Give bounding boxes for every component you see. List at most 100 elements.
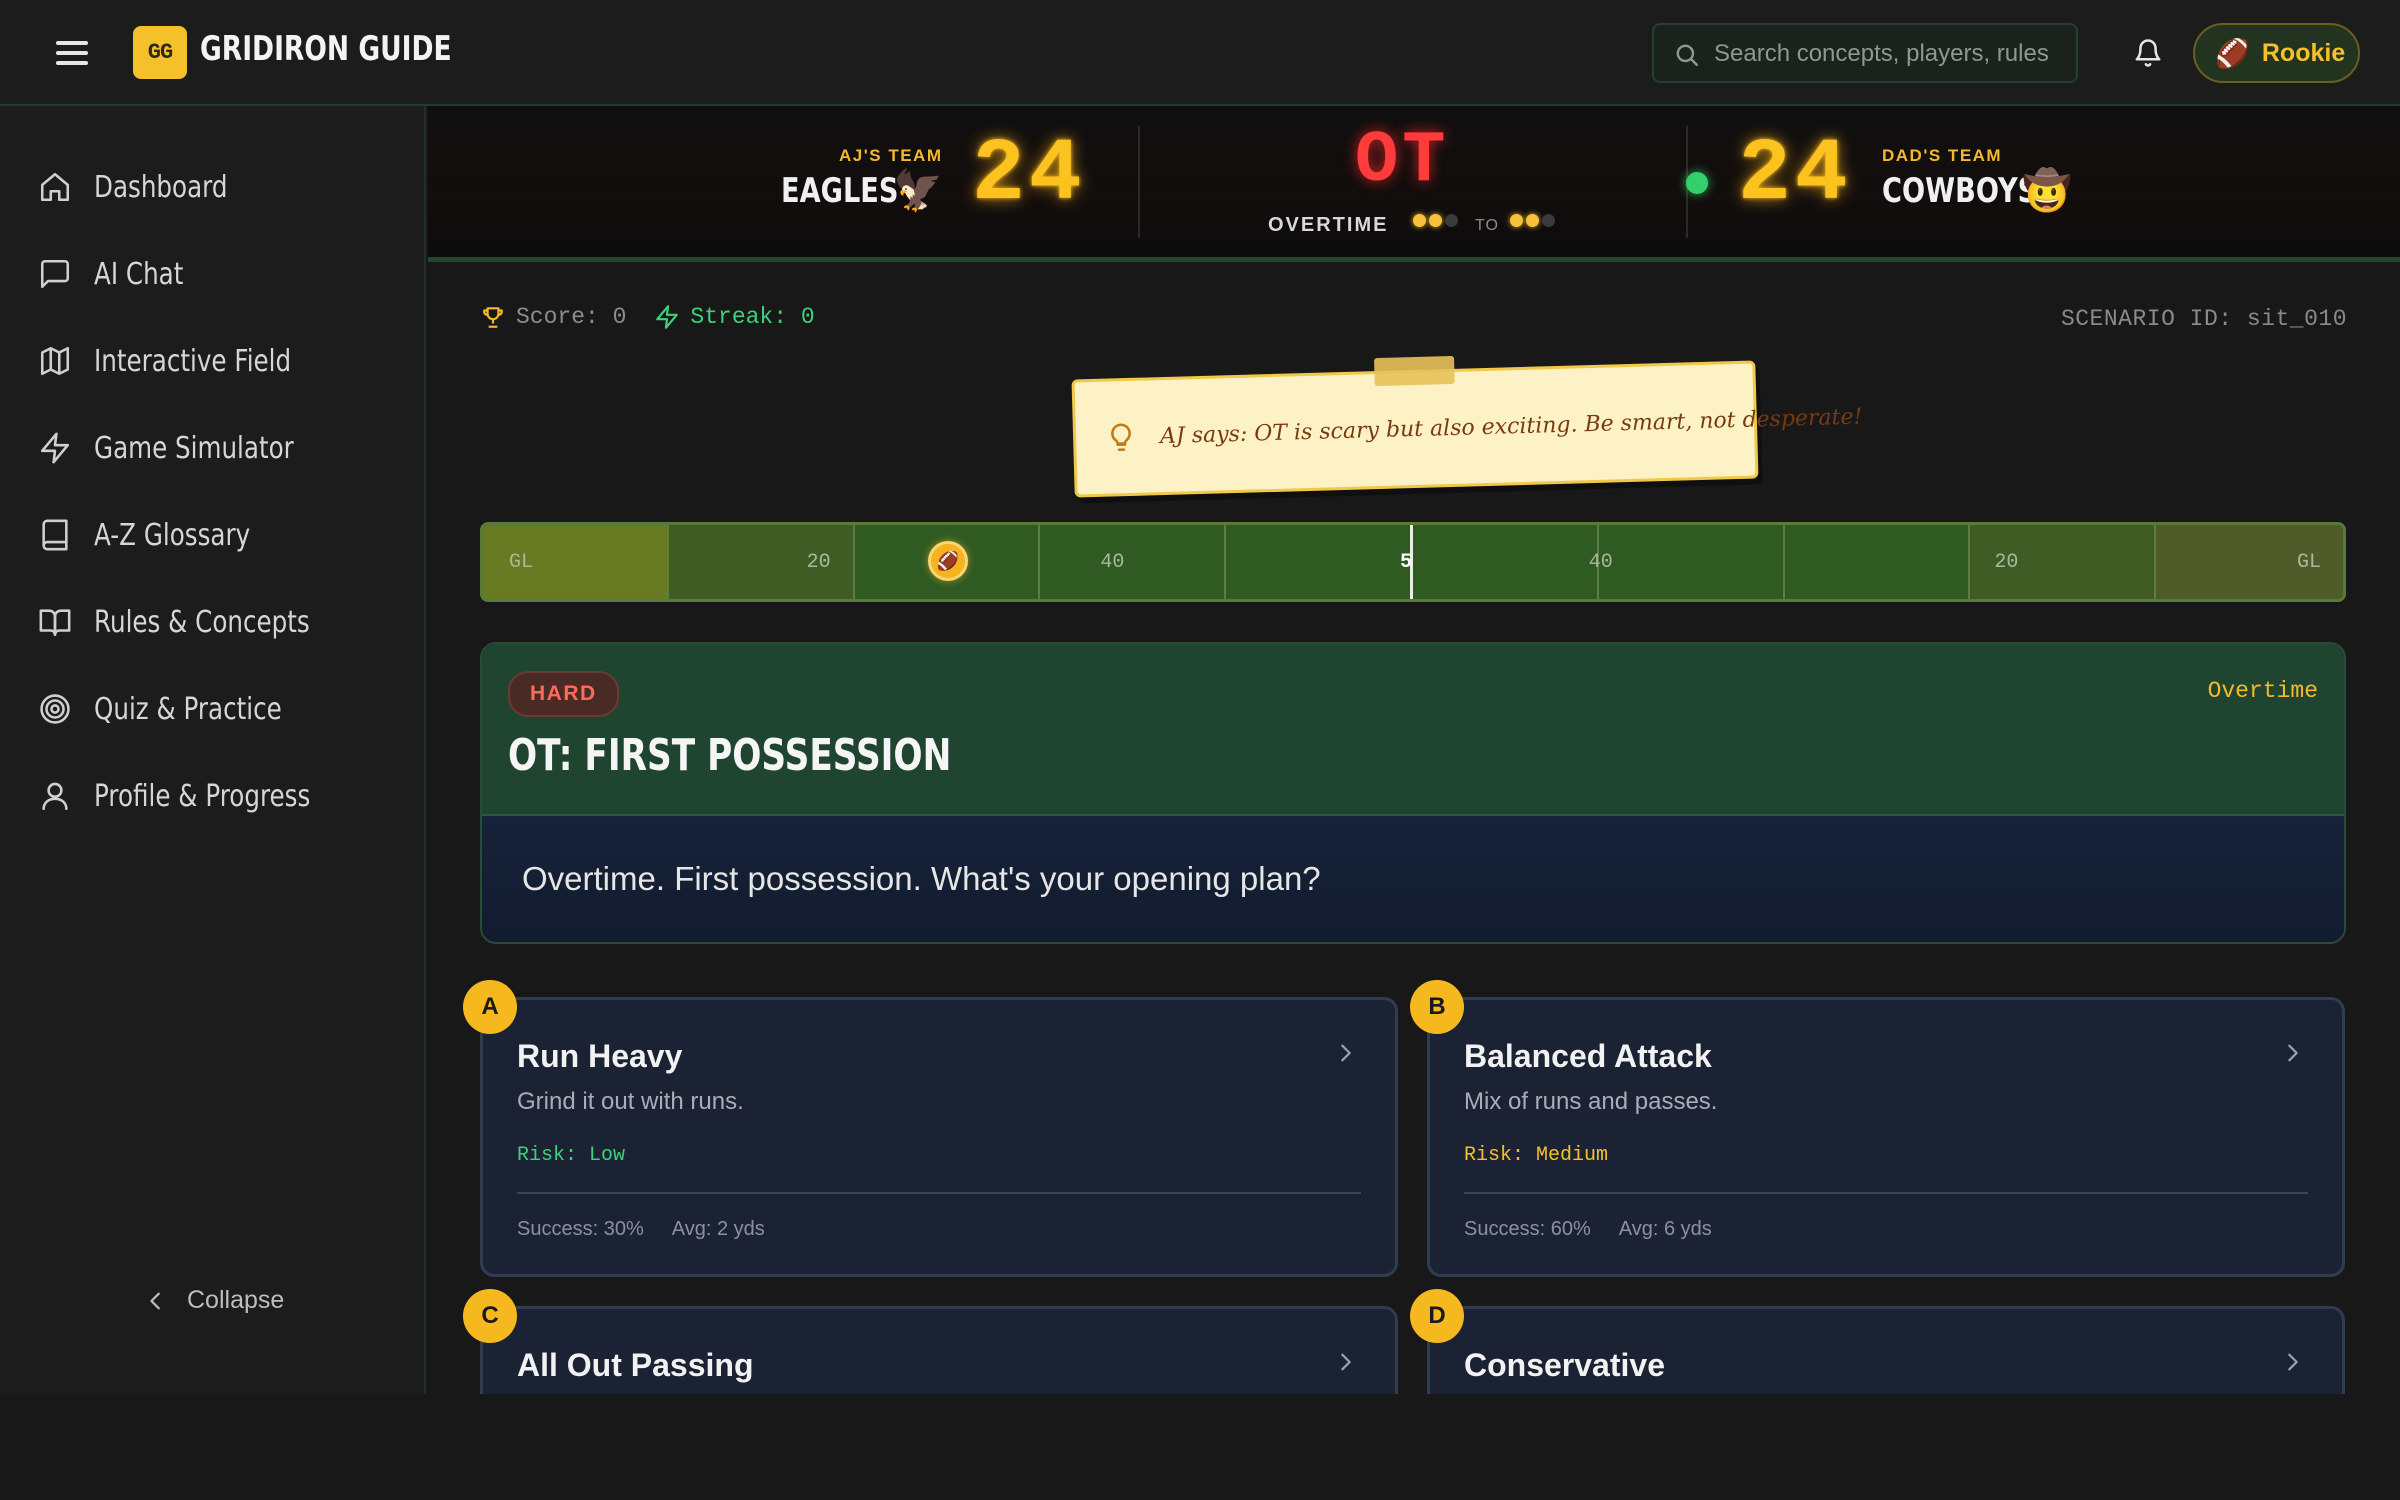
- option-description: Grind it out with runs.: [517, 1088, 744, 1115]
- user-level-badge[interactable]: 🏈 Rookie: [2193, 23, 2360, 83]
- option-card-b[interactable]: Balanced Attack Mix of runs and passes. …: [1427, 997, 2345, 1277]
- tape-decoration: [1374, 355, 1455, 387]
- user-icon: [42, 782, 68, 811]
- option-risk: Risk: Low: [517, 1144, 626, 1167]
- football-icon: 🏈: [2215, 37, 2250, 69]
- sidebar-item-label: Quiz & Practice: [94, 691, 282, 727]
- open-book-icon: [39, 609, 71, 637]
- sidebar-item-label: Rules & Concepts: [94, 604, 310, 640]
- menu-icon[interactable]: [56, 38, 88, 68]
- sidebar-item-label: Interactive Field: [94, 343, 292, 379]
- trophy-icon: [483, 307, 503, 328]
- bell-icon[interactable]: [2133, 38, 2163, 68]
- coach-note: AJ says: OT is scary but also exciting. …: [1071, 355, 1863, 498]
- chat-icon: [40, 259, 70, 289]
- sidebar-item-label: Dashboard: [94, 169, 228, 205]
- scenario-header: HARD OT: FIRST POSSESSION Overtime: [482, 644, 2344, 816]
- sidebar-item-label: Profile & Progress: [94, 778, 311, 814]
- sidebar-item-glossary[interactable]: A-Z Glossary: [38, 505, 284, 565]
- option-title: Balanced Attack: [1464, 1038, 1712, 1074]
- option-letter-b: B: [1410, 980, 1464, 1034]
- chevron-right-icon: [2288, 1044, 2298, 1062]
- yard-label: 20: [1994, 551, 2019, 574]
- collapse-button[interactable]: Collapse: [145, 1286, 284, 1315]
- yard-label: 20: [806, 551, 831, 574]
- sidebar-item-ai-chat[interactable]: AI Chat: [38, 244, 203, 304]
- collapse-label: Collapse: [187, 1286, 285, 1314]
- divider: [1464, 1192, 2308, 1194]
- option-letter-c: C: [463, 1289, 517, 1343]
- sidebar-item-label: Game Simulator: [94, 430, 294, 466]
- brand-name: GRIDIRON GUIDE: [200, 29, 452, 69]
- search-box[interactable]: [1652, 23, 2078, 83]
- chevron-left-icon: [150, 1292, 160, 1309]
- chevron-right-icon: [1341, 1044, 1351, 1062]
- viewport-bottom: [428, 1394, 2400, 1500]
- option-success: Success: 30%: [517, 1218, 644, 1240]
- option-avg: Avg: 2 yds: [671, 1218, 765, 1240]
- streak-counter: Streak: 0: [690, 304, 815, 330]
- sidebar-item-label: A-Z Glossary: [94, 517, 251, 553]
- home-score: 24: [972, 126, 1086, 225]
- ball-position-marker: 🏈: [928, 541, 968, 581]
- chevron-right-icon: [2288, 1353, 2298, 1371]
- divider: [517, 1192, 1361, 1194]
- search-input[interactable]: [1714, 35, 2070, 73]
- away-score: 24: [1738, 126, 1852, 225]
- eagle-icon: 🦅: [893, 169, 943, 213]
- period-label: OVERTIME: [1268, 214, 1389, 236]
- search-icon: [1676, 44, 1698, 66]
- chevron-right-icon: [1341, 1353, 1351, 1371]
- period-indicator: OT: [1355, 120, 1450, 202]
- option-stats: Success: 60% Avg: 6 yds: [1464, 1218, 1712, 1241]
- cowboy-icon: 🤠: [2022, 169, 2072, 213]
- yard-label: 40: [1588, 551, 1613, 574]
- home-timeouts: [1413, 214, 1458, 227]
- option-title: All Out Passing: [517, 1347, 754, 1383]
- field-segment: [1784, 525, 1971, 599]
- option-avg: Avg: 6 yds: [1618, 1218, 1712, 1240]
- viewport-bottom-left: [0, 1394, 428, 1500]
- timeout-dot: [1429, 214, 1442, 227]
- lightning-icon: [656, 305, 679, 329]
- sidebar-item-label: AI Chat: [94, 256, 184, 292]
- timeout-dot: [1542, 214, 1555, 227]
- field-segment: 20: [1970, 525, 2157, 599]
- scenario-title: OT: FIRST POSSESSION: [508, 730, 952, 781]
- user-level-label: Rookie: [2261, 38, 2346, 67]
- sidebar-item-game-simulator[interactable]: Game Simulator: [38, 418, 338, 478]
- stats-bar: Score: 0 Streak: 0: [480, 304, 815, 330]
- home-team-label: AJ'S TEAM: [839, 146, 943, 165]
- field-segment: 40: [1589, 525, 1785, 599]
- score-counter: Score: 0: [516, 304, 627, 330]
- home-team-name: EAGLES: [781, 171, 899, 211]
- yard-label: 40: [1100, 551, 1125, 574]
- scenario-type: Overtime: [2207, 678, 2318, 704]
- sidebar-item-dashboard[interactable]: Dashboard: [38, 157, 257, 217]
- sidebar-item-quiz-practice[interactable]: Quiz & Practice: [38, 679, 323, 739]
- lightbulb-icon: [1111, 423, 1131, 452]
- field-segment: 40: [1040, 525, 1227, 599]
- timeout-dot: [1526, 214, 1539, 227]
- option-letter-a: A: [463, 980, 517, 1034]
- difficulty-badge: HARD: [508, 671, 619, 717]
- note-text: AJ says: OT is scary but also exciting. …: [1159, 404, 1863, 449]
- sidebar-item-profile-progress[interactable]: Profile & Progress: [38, 766, 358, 826]
- option-letter-d: D: [1410, 1289, 1464, 1343]
- option-description: Mix of runs and passes.: [1464, 1088, 1718, 1115]
- sidebar-item-rules-concepts[interactable]: Rules & Concepts: [38, 592, 357, 652]
- option-card-a[interactable]: Run Heavy Grind it out with runs. Risk: …: [480, 997, 1398, 1277]
- scenario-body: Overtime. First possession. What's your …: [482, 816, 2344, 942]
- field-segment: [1412, 525, 1599, 599]
- timeout-dot: [1510, 214, 1523, 227]
- scenario-card: HARD OT: FIRST POSSESSION Overtime Overt…: [480, 642, 2346, 944]
- endzone-left: GL: [483, 525, 669, 599]
- logo[interactable]: GG: [133, 26, 187, 79]
- field-segment: 50: [1226, 525, 1424, 599]
- yard-label: GL: [509, 551, 534, 574]
- yard-label: GL: [2296, 551, 2321, 574]
- field-strip[interactable]: GL 20 40 50 40 20 GL: [480, 522, 2346, 602]
- map-icon: [40, 346, 70, 376]
- sidebar-item-interactive-field[interactable]: Interactive Field: [38, 331, 334, 391]
- timeouts-label: TO: [1475, 217, 1499, 234]
